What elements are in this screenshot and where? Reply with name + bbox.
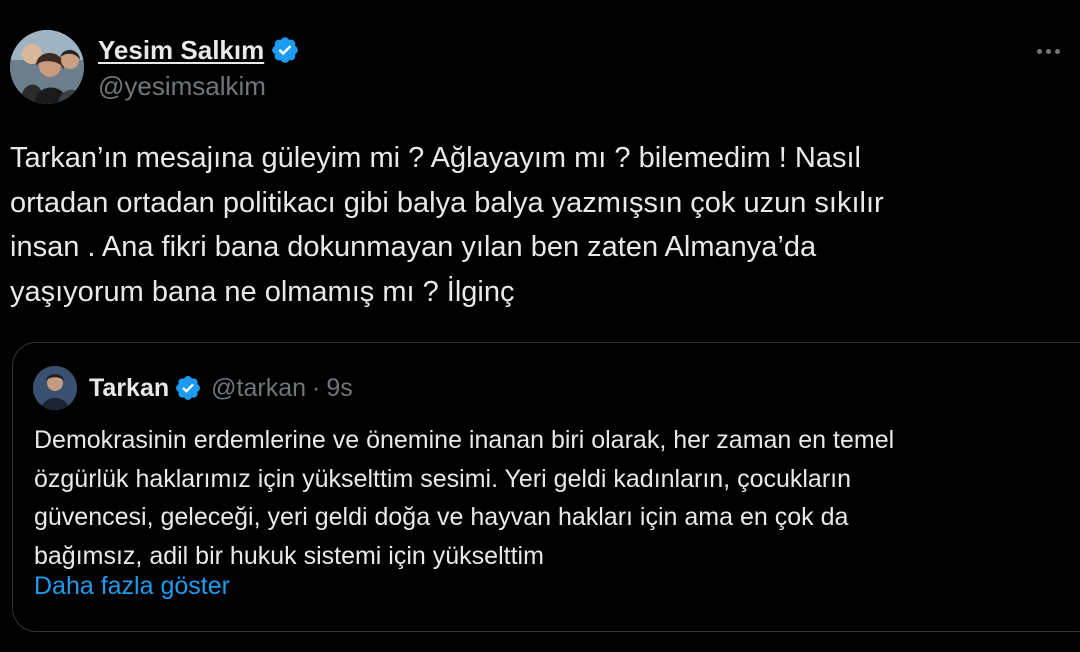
verified-badge-icon xyxy=(272,37,299,63)
quoted-author-handle[interactable]: @tarkan xyxy=(211,374,306,403)
show-more-link[interactable]: Daha fazla göster xyxy=(34,572,230,601)
author-display-name[interactable]: Yesim Salkım xyxy=(98,35,264,66)
avatar-photo xyxy=(10,30,84,104)
quoted-tweet-header: Tarkan @tarkan · 9s xyxy=(33,366,353,410)
author-handle[interactable]: @yesimsalkim xyxy=(98,71,300,102)
author-name-row: Yesim Salkım xyxy=(98,33,300,67)
quoted-tweet-text: Demokrasinin erdemlerine ve önemine inan… xyxy=(34,426,895,570)
quoted-author-display-name[interactable]: Tarkan xyxy=(89,374,169,403)
quoted-tweet[interactable]: Tarkan @tarkan · 9s Demokrasinin erdemle… xyxy=(12,342,1080,632)
tweet-text: Tarkan’ın mesajına güleyim mi ? Ağlayayı… xyxy=(10,142,884,308)
quoted-meta-separator: · xyxy=(312,373,321,402)
author-avatar[interactable] xyxy=(10,30,84,104)
tweet[interactable]: Yesim Salkım @yesimsalkim Tarkan’ın mesa… xyxy=(0,0,1080,652)
author-info: Yesim Salkım @yesimsalkim xyxy=(98,33,300,102)
quoted-author-avatar[interactable] xyxy=(33,366,77,410)
avatar-photo xyxy=(33,366,77,410)
more-options-icon[interactable] xyxy=(1026,36,1070,66)
quoted-timestamp[interactable]: 9s xyxy=(326,374,352,403)
verified-badge-icon xyxy=(176,376,201,400)
